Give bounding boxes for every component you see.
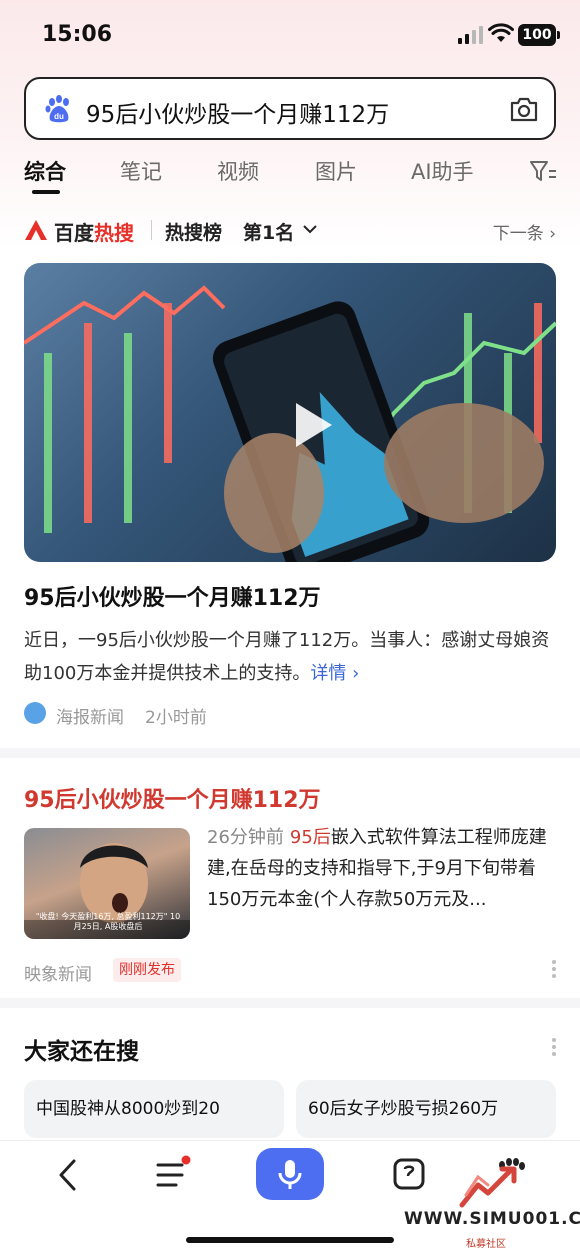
article-snippet: 26分钟前 95后嵌入式软件算法工程师庞建建,在岳母的支持和指导下,于9月下旬带着… [207,822,557,915]
details-link[interactable]: 详情 › [310,663,359,684]
article-time: 26分钟前 [207,827,284,848]
article-thumbnail[interactable]: "收盘! 今天盈利16万, 总盈利112万" 10月25日, A股收盘后 [24,828,190,939]
video-thumbnail[interactable] [24,263,556,562]
watermark-text: WWW.SIMU001.CN [404,1209,580,1229]
wifi-icon [488,23,514,42]
watermark-logo-icon [459,1166,517,1208]
hot-brand-black: 百度 [54,221,94,245]
news-summary-text: 近日，一95后小伙炒股一个月赚了112万。当事人：感谢丈母娘资助100万本金并提… [24,630,550,684]
chevron-down-icon[interactable] [302,223,318,235]
related-searches-card: 大家还在搜 中国股神从8000炒到20 60后女子炒股亏损260万 [0,1008,580,1148]
hot-list-label[interactable]: 热搜榜 [165,218,222,245]
article-highlight: 95后 [289,827,331,848]
status-bar: 15:06 100 [0,0,580,70]
svg-text:du: du [54,112,64,121]
tabs-icon[interactable] [392,1157,426,1191]
related-search-chip[interactable]: 中国股神从8000炒到20 [24,1080,284,1138]
divider [151,220,152,240]
microphone-icon [278,1160,302,1189]
tab-images[interactable]: 图片 [315,156,357,186]
back-icon[interactable] [56,1159,80,1191]
hot-search-logo-icon [25,220,47,240]
watermark-subtext: 私募社区 [466,1239,506,1250]
news-card-article[interactable]: 95后小伙炒股一个月赚112万 "收盘! 今天盈利16万, 总盈利112万" 1… [0,758,580,998]
status-badge: 刚刚发布 [113,958,181,982]
camera-icon[interactable] [509,95,539,123]
bottom-nav-bar: WWW.SIMU001.CN 私募社区 [0,1140,580,1255]
baidu-paw-logo-icon: du [45,95,69,123]
news-summary: 近日，一95后小伙炒股一个月赚了112万。当事人：感谢丈母娘资助100万本金并提… [24,624,556,690]
news-card-video[interactable]: 95后小伙炒股一个月赚112万 近日，一95后小伙炒股一个月赚了112万。当事人… [0,250,580,748]
stock-chart-illustration-icon [24,285,556,562]
tab-notes[interactable]: 笔记 [120,156,162,186]
cellular-signal-icon [458,26,484,44]
related-searches-title: 大家还在搜 [24,1039,139,1065]
news-source[interactable]: 海报新闻 [56,703,124,728]
next-item-link[interactable]: 下一条 › [493,219,556,244]
related-search-chip[interactable]: 60后女子炒股亏损260万 [296,1080,556,1138]
home-indicator[interactable] [186,1237,394,1243]
voice-search-button[interactable] [256,1148,324,1200]
tab-comprehensive[interactable]: 综合 [24,156,66,186]
tab-videos[interactable]: 视频 [217,156,259,186]
hot-brand-red: 热搜 [94,221,134,245]
article-title[interactable]: 95后小伙炒股一个月赚112万 [24,782,321,814]
hot-search-brand: 百度热搜 [54,217,134,246]
hot-search-header: 百度热搜 热搜榜 第1名 下一条 › [24,215,556,247]
more-options-icon[interactable] [551,960,557,980]
search-bar[interactable]: du 95后小伙炒股一个月赚112万 [24,77,556,140]
play-icon[interactable] [296,403,332,447]
tab-ai-assistant[interactable]: AI助手 [411,156,474,186]
search-tabs: 综合 笔记 视频 图片 AI助手 [0,150,580,198]
battery-icon: 100 [518,24,556,46]
filter-icon[interactable] [528,158,558,184]
tab-underline [32,190,60,194]
hot-rank-label[interactable]: 第1名 [243,218,294,245]
news-time: 2小时前 [145,708,207,728]
source-avatar-icon [24,702,46,724]
news-title[interactable]: 95后小伙炒股一个月赚112万 [24,580,321,612]
battery-cap [557,31,560,39]
status-time: 15:06 [42,22,113,47]
search-input[interactable]: 95后小伙炒股一个月赚112万 [86,95,389,129]
article-source[interactable]: 映象新闻 [24,960,92,985]
thumbnail-caption: "收盘! 今天盈利16万, 总盈利112万" 10月25日, A股收盘后 [35,912,181,931]
menu-icon[interactable] [156,1155,192,1191]
more-options-icon[interactable] [551,1038,557,1058]
